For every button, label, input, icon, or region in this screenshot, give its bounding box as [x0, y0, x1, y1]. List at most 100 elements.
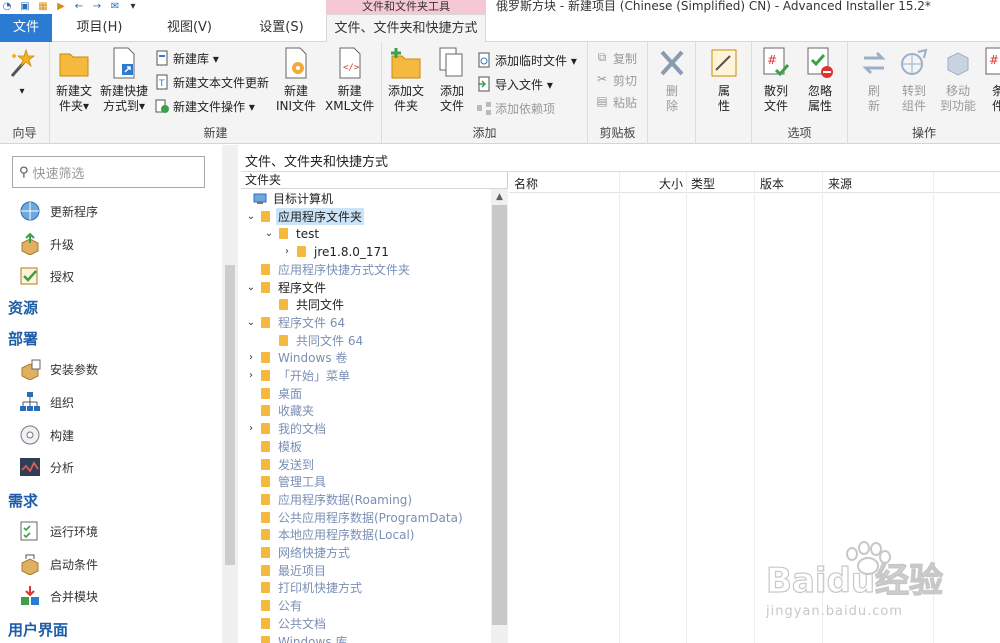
- nav-item-build[interactable]: 构建: [18, 424, 74, 446]
- import-file-button[interactable]: 导入文件 ▾: [476, 74, 553, 94]
- tree-node[interactable]: 最近项目: [245, 562, 328, 579]
- nav-item-organization[interactable]: 组织: [18, 391, 74, 413]
- tree-node[interactable]: 桌面: [245, 385, 304, 402]
- nav-item-updater[interactable]: 更新程序: [18, 200, 98, 222]
- nav-item-analysis[interactable]: 分析: [18, 456, 74, 478]
- column-size[interactable]: 大小: [659, 175, 683, 192]
- tree-node[interactable]: ⌄ test: [263, 225, 321, 242]
- conditions-button[interactable]: # 条 件: [982, 46, 1000, 114]
- add-temp-file-button[interactable]: 添加临时文件 ▾: [476, 50, 577, 70]
- nav-item-upgrade[interactable]: 升级: [18, 233, 74, 255]
- left-panel-scrollbar[interactable]: [222, 145, 238, 643]
- new-text-update-label: 新建文本文件更新: [173, 75, 270, 90]
- tab-files-folders-shortcuts[interactable]: 文件、文件夹和快捷方式: [326, 14, 486, 43]
- properties-button[interactable]: 属 性: [708, 46, 740, 114]
- nav-item-install-params[interactable]: 安装参数: [18, 358, 98, 380]
- expanded-chevron-icon[interactable]: ⌄: [245, 317, 257, 328]
- forward-icon[interactable]: →: [90, 1, 104, 13]
- cut-button[interactable]: ✂ 剪切: [594, 70, 637, 90]
- expanded-chevron-icon[interactable]: ⌄: [263, 228, 275, 239]
- delete-button[interactable]: 删 除: [656, 46, 688, 114]
- tree-node[interactable]: › jre1.8.0_171: [281, 243, 391, 260]
- tree-node[interactable]: 共同文件 64: [263, 332, 365, 349]
- nav-item-runtime[interactable]: 运行环境: [18, 520, 98, 542]
- scatter-file-button[interactable]: # 散列 文件: [760, 46, 792, 114]
- tree-node[interactable]: 应用程序快捷方式文件夹: [245, 261, 412, 278]
- tree-node[interactable]: 收藏夹: [245, 402, 316, 419]
- tree-node[interactable]: › 我的文档: [245, 420, 328, 437]
- mail-icon[interactable]: ✉: [108, 1, 122, 13]
- left-panel-scroll-thumb[interactable]: [225, 265, 235, 565]
- nav-item-merge-modules[interactable]: 合并模块: [18, 585, 98, 607]
- refresh-button[interactable]: 刷 新: [858, 46, 890, 114]
- save-icon[interactable]: ▣: [18, 1, 32, 13]
- nav-section-requirements[interactable]: 需求: [8, 490, 38, 511]
- tab-file[interactable]: 文件: [0, 14, 52, 42]
- nav-item-launch-conditions[interactable]: 启动条件: [18, 553, 98, 575]
- new-file-operation-button[interactable]: 新建文件操作 ▾: [154, 96, 255, 116]
- nav-section-ui[interactable]: 用户界面: [8, 619, 68, 640]
- new-text-update-button[interactable]: T 新建文本文件更新: [154, 72, 269, 92]
- tree-node[interactable]: › Windows 卷: [245, 349, 349, 366]
- tree-node[interactable]: 公共应用程序数据(ProgramData): [245, 509, 465, 526]
- tree-scrollbar[interactable]: ▲: [491, 189, 508, 643]
- collapsed-chevron-icon[interactable]: ›: [245, 370, 257, 381]
- tree-node[interactable]: 公有: [245, 597, 304, 614]
- tree-node[interactable]: ⌄ 应用程序文件夹: [245, 207, 365, 225]
- collapsed-chevron-icon[interactable]: ›: [245, 423, 257, 434]
- add-folder-button[interactable]: 添加文 件夹: [388, 46, 424, 114]
- new-shortcut-button[interactable]: 新建快捷 方式到▾: [100, 46, 148, 114]
- back-icon[interactable]: ←: [72, 1, 86, 13]
- column-source[interactable]: 来源: [828, 175, 852, 192]
- add-file-button[interactable]: 添加 文件: [436, 46, 468, 114]
- tree-node[interactable]: 共同文件: [263, 296, 346, 313]
- tree-node[interactable]: 网络快捷方式: [245, 544, 352, 561]
- ignore-attributes-button[interactable]: 忽略 属性: [804, 46, 836, 114]
- tree-node[interactable]: ⌄ 程序文件 64: [245, 314, 347, 331]
- watermark-brand: Baidu经验: [766, 561, 943, 601]
- wizard-button[interactable]: ▾: [6, 46, 38, 99]
- tab-settings[interactable]: 设置(S): [244, 14, 319, 42]
- tree-node[interactable]: › 「开始」菜单: [245, 367, 352, 384]
- build-icon[interactable]: ▦: [36, 1, 50, 13]
- run-icon[interactable]: ▶: [54, 1, 68, 13]
- tree-node[interactable]: 打印机快捷方式: [245, 579, 364, 596]
- expanded-chevron-icon[interactable]: ⌄: [245, 282, 257, 293]
- tree-node[interactable]: 发送到: [245, 456, 316, 473]
- goto-component-button[interactable]: 转到 组件: [898, 46, 930, 114]
- paste-button[interactable]: ▤ 粘贴: [594, 92, 637, 112]
- column-name[interactable]: 名称: [514, 175, 538, 192]
- add-dependency-button[interactable]: 添加依赖项: [476, 98, 555, 118]
- new-ini-file-button[interactable]: 新建 INI文件: [276, 46, 316, 114]
- move-to-feature-label-2: 到功能: [940, 99, 977, 113]
- tree-node[interactable]: 本地应用程序数据(Local): [245, 526, 416, 543]
- tree-node[interactable]: 应用程序数据(Roaming): [245, 491, 414, 508]
- collapsed-chevron-icon[interactable]: ›: [245, 352, 257, 363]
- tree-node[interactable]: 模板: [245, 438, 304, 455]
- copy-button[interactable]: ⧉ 复制: [594, 48, 637, 68]
- customize-dropdown-icon[interactable]: ▾: [126, 1, 140, 13]
- tab-view[interactable]: 视图(V): [152, 14, 227, 42]
- expanded-chevron-icon[interactable]: ⌄: [245, 211, 257, 222]
- app-logo-icon[interactable]: ◔: [0, 1, 14, 13]
- tree-node[interactable]: Windows 库: [245, 633, 349, 643]
- collapsed-chevron-icon[interactable]: ›: [281, 246, 293, 257]
- tree-node-target-computer[interactable]: 目标计算机: [245, 190, 335, 207]
- column-version[interactable]: 版本: [760, 175, 784, 192]
- nav-section-deploy[interactable]: 部署: [8, 328, 38, 349]
- move-to-feature-button[interactable]: 移动 到功能: [940, 46, 976, 114]
- tree-node[interactable]: 公共文档: [245, 615, 328, 632]
- group-delete: 删 除: [648, 42, 696, 144]
- scroll-up-icon[interactable]: ▲: [491, 189, 508, 205]
- column-type[interactable]: 类型: [691, 175, 715, 192]
- tab-project[interactable]: 项目(H): [62, 14, 137, 42]
- nav-item-licensing[interactable]: 授权: [18, 265, 74, 287]
- tree-scroll-thumb[interactable]: [492, 205, 507, 625]
- tree-node[interactable]: ⌄ 程序文件: [245, 279, 328, 296]
- new-folder-button[interactable]: 新建文 件夹▾: [56, 46, 92, 114]
- new-xml-file-button[interactable]: </> 新建 XML文件: [325, 46, 374, 114]
- nav-section-resources[interactable]: 资源: [8, 297, 38, 318]
- quick-filter-input[interactable]: ⚲ 快速筛选: [12, 156, 205, 188]
- tree-node[interactable]: 管理工具: [245, 473, 328, 490]
- new-library-button[interactable]: 新建库 ▾: [154, 48, 219, 68]
